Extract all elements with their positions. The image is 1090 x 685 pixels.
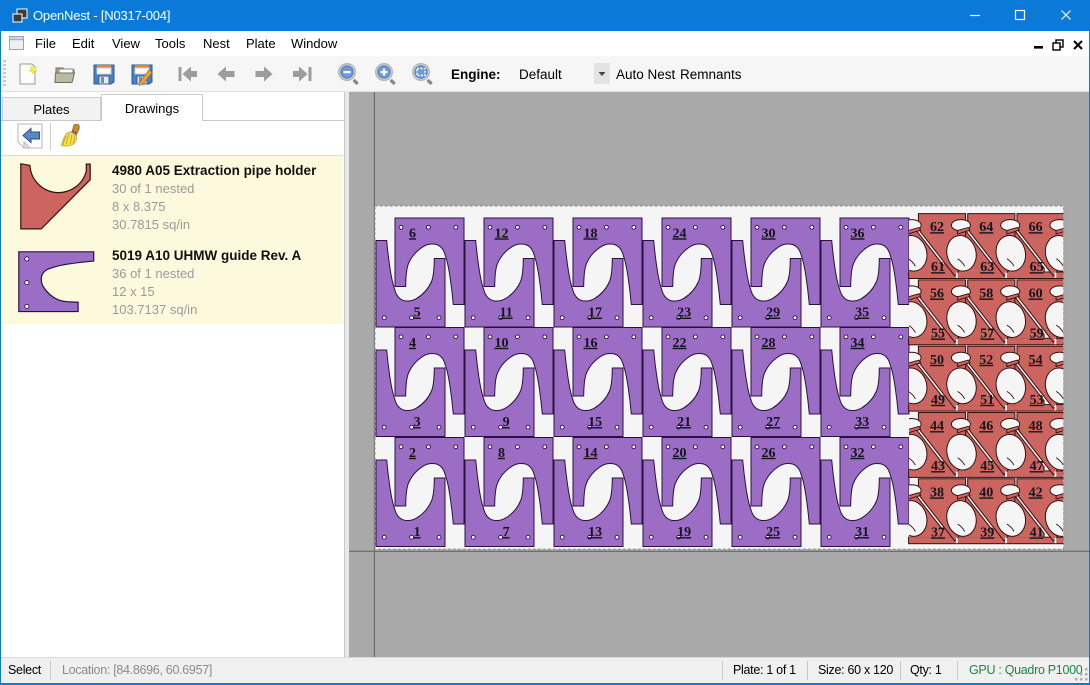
svg-text:17: 17 xyxy=(588,306,602,321)
svg-text:11: 11 xyxy=(499,306,512,321)
svg-text:58: 58 xyxy=(979,287,993,302)
svg-text:16: 16 xyxy=(584,336,598,351)
svg-text:52: 52 xyxy=(979,353,993,368)
svg-text:30: 30 xyxy=(762,226,776,241)
svg-text:55: 55 xyxy=(931,327,945,342)
svg-text:54: 54 xyxy=(1029,353,1043,368)
svg-text:5: 5 xyxy=(414,306,421,321)
svg-text:8: 8 xyxy=(498,446,505,461)
svg-text:36: 36 xyxy=(851,226,865,241)
svg-text:64: 64 xyxy=(979,220,993,235)
svg-text:39: 39 xyxy=(980,525,994,540)
svg-text:38: 38 xyxy=(930,485,944,500)
svg-text:60: 60 xyxy=(1029,287,1043,302)
svg-text:2: 2 xyxy=(409,446,416,461)
svg-text:66: 66 xyxy=(1029,220,1043,235)
svg-text:29: 29 xyxy=(766,306,780,321)
svg-text:23: 23 xyxy=(677,306,691,321)
svg-text:65: 65 xyxy=(1030,260,1044,275)
svg-text:13: 13 xyxy=(588,525,602,540)
svg-text:7: 7 xyxy=(503,525,510,540)
svg-text:48: 48 xyxy=(1029,419,1043,434)
svg-text:33: 33 xyxy=(855,415,869,430)
svg-text:50: 50 xyxy=(930,353,944,368)
svg-text:20: 20 xyxy=(673,446,687,461)
svg-text:47: 47 xyxy=(1030,459,1044,474)
svg-text:37: 37 xyxy=(931,525,945,540)
svg-text:24: 24 xyxy=(673,226,687,241)
svg-text:41: 41 xyxy=(1030,525,1044,540)
svg-text:46: 46 xyxy=(979,419,993,434)
svg-text:57: 57 xyxy=(980,327,994,342)
svg-text:21: 21 xyxy=(677,415,691,430)
svg-text:15: 15 xyxy=(588,415,602,430)
svg-text:34: 34 xyxy=(851,336,865,351)
svg-text:49: 49 xyxy=(931,393,945,408)
svg-text:42: 42 xyxy=(1029,485,1043,500)
svg-text:12: 12 xyxy=(495,226,509,241)
svg-text:18: 18 xyxy=(584,226,598,241)
svg-text:40: 40 xyxy=(979,485,993,500)
svg-text:44: 44 xyxy=(930,419,944,434)
svg-text:62: 62 xyxy=(930,220,944,235)
svg-text:51: 51 xyxy=(980,393,994,408)
svg-text:19: 19 xyxy=(677,525,691,540)
svg-text:35: 35 xyxy=(855,306,869,321)
svg-text:4: 4 xyxy=(409,336,416,351)
svg-text:45: 45 xyxy=(980,459,994,474)
svg-text:1: 1 xyxy=(414,525,421,540)
svg-text:22: 22 xyxy=(673,336,687,351)
svg-text:53: 53 xyxy=(1030,393,1044,408)
svg-text:31: 31 xyxy=(855,525,869,540)
svg-text:25: 25 xyxy=(766,525,780,540)
svg-text:3: 3 xyxy=(414,415,421,430)
svg-text:27: 27 xyxy=(766,415,780,430)
svg-text:56: 56 xyxy=(930,287,944,302)
svg-text:26: 26 xyxy=(762,446,776,461)
svg-text:63: 63 xyxy=(980,260,994,275)
svg-text:10: 10 xyxy=(495,336,509,351)
svg-text:14: 14 xyxy=(584,446,598,461)
svg-text:9: 9 xyxy=(503,415,510,430)
svg-text:59: 59 xyxy=(1030,327,1044,342)
svg-text:61: 61 xyxy=(931,260,945,275)
svg-text:6: 6 xyxy=(409,226,416,241)
svg-text:28: 28 xyxy=(762,336,776,351)
svg-text:32: 32 xyxy=(851,446,865,461)
svg-text:43: 43 xyxy=(931,459,945,474)
